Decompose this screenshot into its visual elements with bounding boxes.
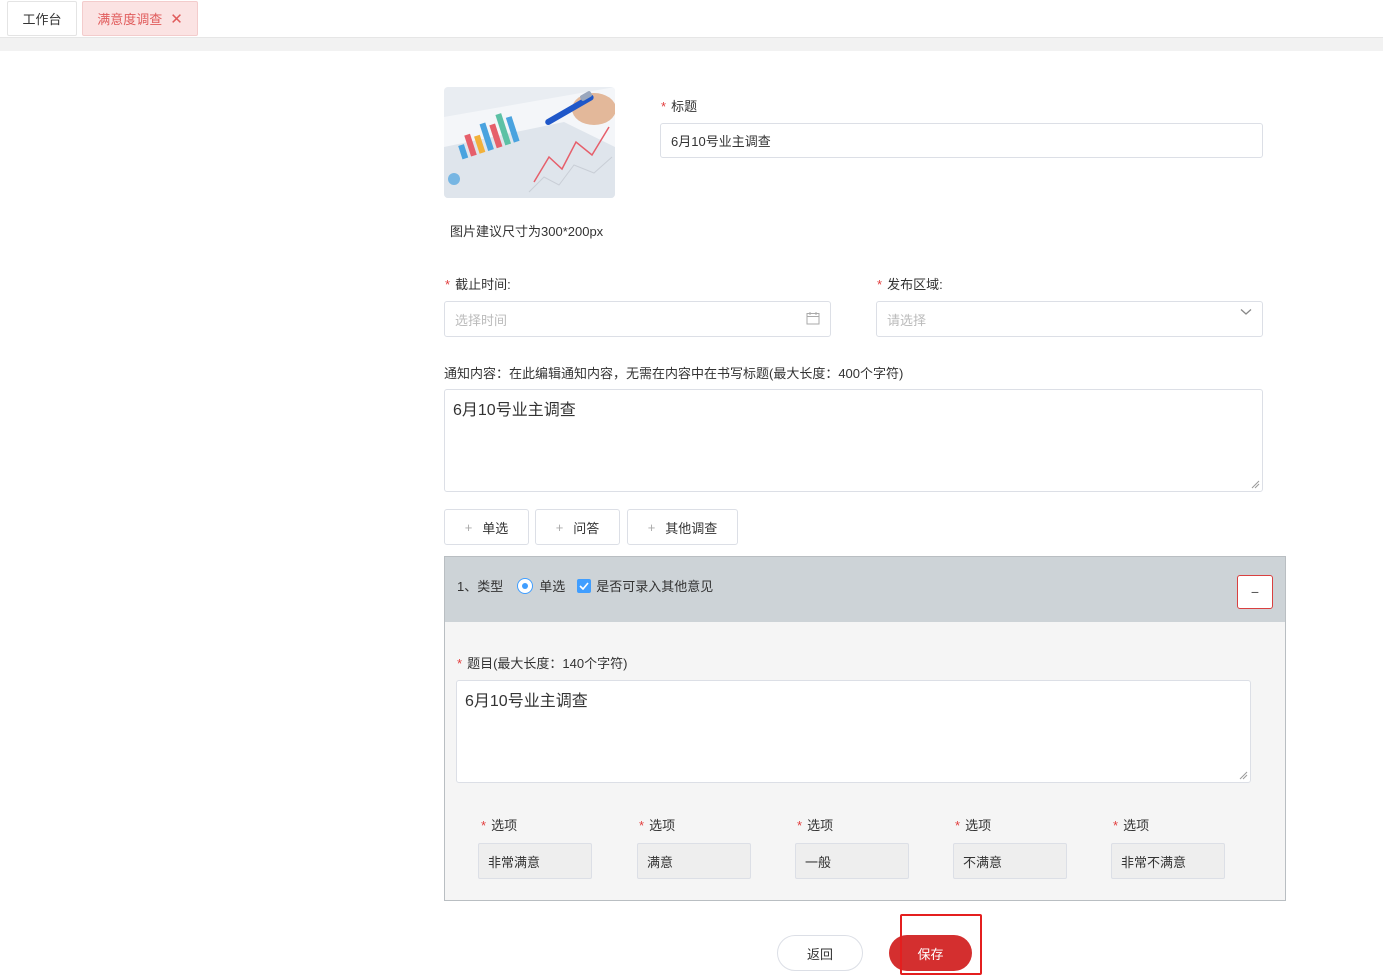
option-input-4[interactable]: 不满意 [953,843,1067,879]
single-choice-radio[interactable] [517,577,534,594]
save-highlight-box [900,914,982,975]
region-label-text: 发布区域: [887,277,943,292]
add-qa-button[interactable]: + 问答 [535,509,620,545]
tab-satisfaction-survey[interactable]: 满意度调查 ✕ [82,1,198,36]
chevron-down-icon[interactable] [1240,304,1252,319]
notice-text: 6月10号业主调查 [453,402,576,419]
title-label: * 标题 [661,96,697,115]
single-choice-radio-label: 单选 [539,579,566,594]
allow-other-opinion-checkbox[interactable] [577,578,592,593]
deadline-placeholder: 选择时间 [455,312,508,328]
option-label-text: 选项 [965,818,992,833]
deadline-label: * 截止时间: [445,274,511,293]
question-type-label: 1、类型 [457,579,504,594]
add-other-survey-button[interactable]: + 其他调查 [627,509,738,545]
add-other-survey-label: 其他调查 [665,520,718,536]
plus-icon: + [647,519,656,535]
title-input-value: 6月10号业主调查 [671,134,771,149]
option-label-1: * 选项 [481,815,517,834]
option-input-2[interactable]: 满意 [637,843,751,879]
required-mark: * [445,277,451,292]
option-label-text: 选项 [491,818,518,833]
add-single-choice-label: 单选 [482,520,509,536]
required-mark: * [481,818,487,833]
required-mark: * [457,656,463,671]
add-single-choice-button[interactable]: + 单选 [444,509,529,545]
topic-label-text: 题目(最大长度：140个字符) [467,656,628,671]
add-qa-label: 问答 [573,520,600,536]
option-value: 一般 [805,854,832,870]
back-button[interactable]: 返回 [777,935,863,971]
cover-image[interactable] [444,87,615,198]
option-label-5: * 选项 [1113,815,1149,834]
minus-icon: − [1250,584,1260,600]
title-input[interactable]: 6月10号业主调查 [660,123,1263,158]
option-label-text: 选项 [807,818,834,833]
option-value: 非常满意 [488,854,541,870]
question-panel: 1、类型 单选 是否可录入其他意见 − * 题目(最大长度：140个字符) 6月1… [444,556,1286,901]
tab-bar [0,0,1383,38]
required-mark: * [1113,818,1119,833]
option-label-text: 选项 [649,818,676,833]
required-mark: * [797,818,803,833]
required-mark: * [955,818,961,833]
notice-label: 通知内容：在此编辑通知内容，无需在内容中在书写标题(最大长度：400个字符) [444,366,904,381]
option-input-3[interactable]: 一般 [795,843,909,879]
region-placeholder: 请选择 [887,312,927,328]
allow-other-opinion-label: 是否可录入其他意见 [596,579,714,594]
collapse-question-button[interactable]: − [1237,575,1273,609]
required-mark: * [877,277,883,292]
option-value: 不满意 [963,854,1003,870]
topic-label: * 题目(最大长度：140个字符) [457,653,627,672]
topic-textarea[interactable]: 6月10号业主调查 [456,680,1251,783]
plus-icon: + [555,519,564,535]
deadline-picker[interactable]: 选择时间 [444,301,831,337]
back-button-label: 返回 [806,946,833,962]
calendar-icon[interactable] [806,311,820,328]
required-mark: * [661,99,667,114]
deadline-label-text: 截止时间: [455,277,511,292]
resize-grip-icon[interactable] [1239,771,1248,780]
question-type-row: 1、类型 单选 是否可录入其他意见 [457,576,713,595]
option-label-3: * 选项 [797,815,833,834]
topic-text: 6月10号业主调查 [465,693,588,710]
option-label-2: * 选项 [639,815,675,834]
resize-grip-icon[interactable] [1251,480,1260,489]
image-size-hint: 图片建议尺寸为300*200px [450,224,604,239]
notice-textarea[interactable]: 6月10号业主调查 [444,389,1263,492]
option-input-1[interactable]: 非常满意 [478,843,592,879]
question-header: 1、类型 单选 是否可录入其他意见 − [445,557,1285,622]
tab-bar-divider [0,38,1383,51]
option-value: 非常不满意 [1121,854,1187,870]
region-select[interactable]: 请选择 [876,301,1263,337]
option-input-5[interactable]: 非常不满意 [1111,843,1225,879]
option-label-4: * 选项 [955,815,991,834]
tab-workbench[interactable]: 工作台 [7,1,77,36]
region-label: * 发布区域: [877,274,943,293]
option-value: 满意 [647,854,674,870]
required-mark: * [639,818,645,833]
close-icon[interactable]: ✕ [170,10,183,28]
plus-icon: + [464,519,473,535]
title-label-text: 标题 [671,99,698,114]
tab-survey-label: 满意度调查 [97,12,163,27]
tab-workbench-label: 工作台 [22,12,62,27]
option-label-text: 选项 [1123,818,1150,833]
